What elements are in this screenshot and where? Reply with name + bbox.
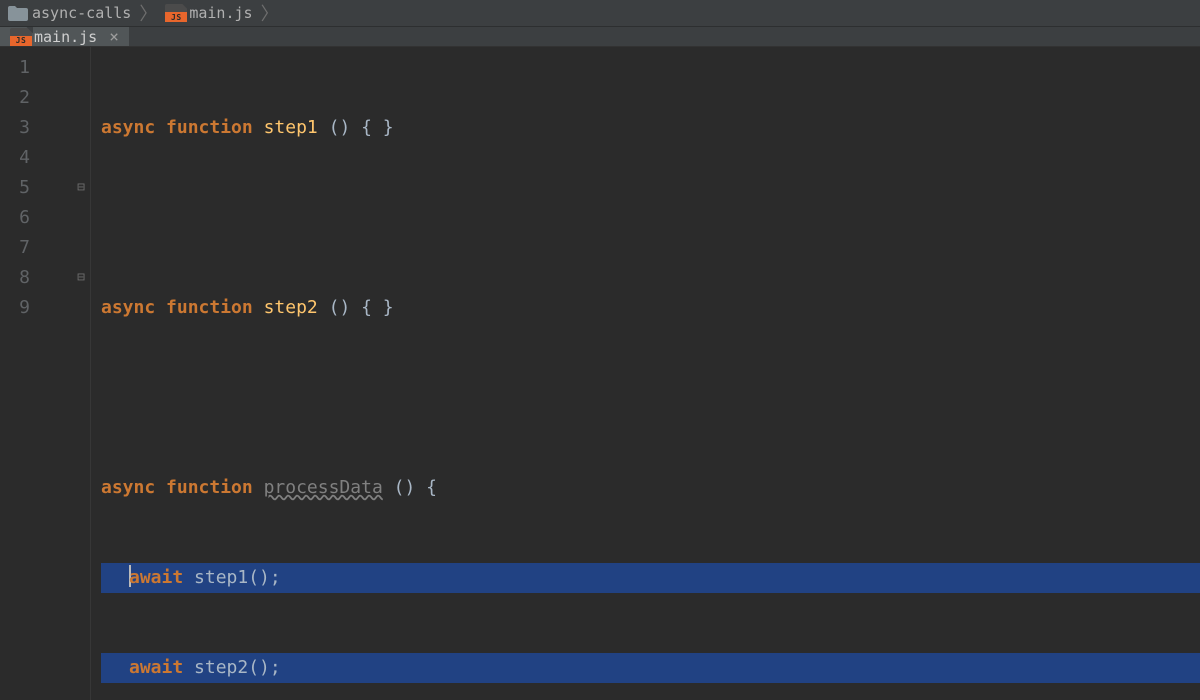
js-file-icon: JS — [10, 28, 28, 46]
breadcrumb-separator-icon: 〉 — [137, 0, 159, 26]
tab-label: main.js — [34, 28, 97, 46]
line-number: 2 — [0, 83, 40, 113]
js-file-icon: JS — [165, 4, 183, 22]
code-line: async function step1 () { } — [101, 113, 1200, 143]
code-line: async function processData () { — [101, 473, 1200, 503]
tab-main-js[interactable]: JS main.js × — [0, 27, 130, 46]
editor-tabs: JS main.js × — [0, 27, 1200, 47]
line-number: 7 — [0, 233, 40, 263]
line-number: 3 — [0, 113, 40, 143]
code-line-selected: await step1(); — [101, 563, 1200, 593]
gutter: 1 2 3 4 5 6 7 8 9 ⊟ ⊟ — [0, 47, 91, 700]
fold-end-icon[interactable]: ⊟ — [74, 263, 88, 293]
folder-icon — [8, 6, 26, 20]
breadcrumb-project-label: async-calls — [32, 4, 131, 22]
line-number: 9 — [0, 293, 40, 323]
code-line — [101, 203, 1200, 233]
breadcrumb-bar: async-calls 〉 JS main.js 〉 — [0, 0, 1200, 27]
close-icon[interactable]: × — [109, 27, 119, 46]
fold-marker — [74, 53, 88, 83]
code-area[interactable]: async function step1 () { } async functi… — [91, 47, 1200, 700]
code-line: async function step2 () { } — [101, 293, 1200, 323]
breadcrumb-file-label: main.js — [189, 4, 252, 22]
line-number: 1 — [0, 53, 40, 83]
code-line-selected: await step2(); — [101, 653, 1200, 683]
fold-collapse-icon[interactable]: ⊟ — [74, 173, 88, 203]
breadcrumb-file[interactable]: JS main.js — [159, 0, 258, 26]
breadcrumb-project[interactable]: async-calls — [2, 0, 137, 26]
line-number: 5 — [0, 173, 40, 203]
line-number: 6 — [0, 203, 40, 233]
line-number: 4 — [0, 143, 40, 173]
line-number: 8 — [0, 263, 40, 293]
code-line — [101, 383, 1200, 413]
ide-window: async-calls 〉 JS main.js 〉 JS main.js × … — [0, 0, 1200, 700]
code-editor[interactable]: 1 2 3 4 5 6 7 8 9 ⊟ ⊟ — [0, 47, 1200, 700]
breadcrumb-separator-icon: 〉 — [259, 0, 281, 26]
